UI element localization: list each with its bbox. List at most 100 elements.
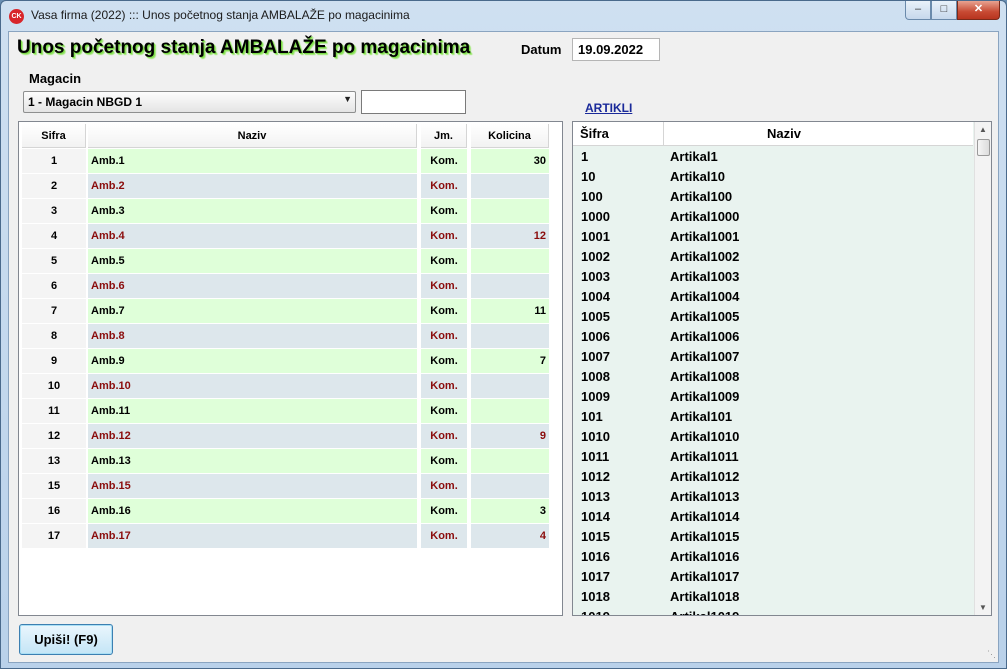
list-item[interactable]: 1011 Artikal1011 <box>573 447 973 467</box>
table-row[interactable]: 3 Amb.3 Kom. <box>19 199 562 224</box>
artikal-naziv: Artikal1006 <box>670 329 740 344</box>
table-row[interactable]: 2 Amb.2 Kom. <box>19 174 562 199</box>
magacin-selected-value: 1 - Magacin NBGD 1 <box>28 95 143 109</box>
list-item[interactable]: 1015 Artikal1015 <box>573 527 973 547</box>
list-item[interactable]: 1007 Artikal1007 <box>573 347 973 367</box>
vertical-scrollbar[interactable]: ▲ ▼ <box>974 122 991 615</box>
column-header-jm[interactable]: Jm. <box>421 124 467 148</box>
artikal-naziv: Artikal1004 <box>670 289 740 304</box>
artikli-link[interactable]: ARTIKLI <box>585 101 632 115</box>
cell-kolicina[interactable] <box>471 324 549 348</box>
minimize-button[interactable]: – <box>905 1 931 20</box>
cell-kolicina[interactable]: 11 <box>471 299 549 323</box>
cell-kolicina[interactable] <box>471 374 549 398</box>
close-button[interactable]: ✕ <box>957 1 1000 20</box>
page-title: Unos početnog stanja AMBALAŽE po magacin… <box>17 37 471 58</box>
chevron-down-icon[interactable]: ▼ <box>343 94 352 104</box>
list-item[interactable]: 1013 Artikal1013 <box>573 487 973 507</box>
artikal-naziv: Artikal1007 <box>670 349 740 364</box>
artikal-sifra: 1001 <box>581 229 610 244</box>
table-row[interactable]: 9 Amb.9 Kom. 7 <box>19 349 562 374</box>
cell-kolicina[interactable] <box>471 399 549 423</box>
list-item[interactable]: 100 Artikal100 <box>573 187 973 207</box>
table-row[interactable]: 4 Amb.4 Kom. 12 <box>19 224 562 249</box>
cell-kolicina[interactable] <box>471 274 549 298</box>
artikal-naziv: Artikal101 <box>670 409 733 424</box>
column-header-naziv[interactable]: Naziv <box>665 126 903 141</box>
table-row[interactable]: 8 Amb.8 Kom. <box>19 324 562 349</box>
artikli-grid[interactable]: Šifra Naziv 1 Artikal1 10 Artikal10 100 Artik… <box>572 121 992 616</box>
list-item[interactable]: 1005 Artikal1005 <box>573 307 973 327</box>
cell-kolicina[interactable] <box>471 199 549 223</box>
list-item[interactable]: 1012 Artikal1012 <box>573 467 973 487</box>
table-row[interactable]: 16 Amb.16 Kom. 3 <box>19 499 562 524</box>
table-row[interactable]: 5 Amb.5 Kom. <box>19 249 562 274</box>
cell-kolicina[interactable]: 4 <box>471 524 549 548</box>
cell-sifra: 15 <box>22 474 86 498</box>
scroll-thumb[interactable] <box>977 139 990 156</box>
resize-grip-icon[interactable]: ⋱ <box>987 649 996 660</box>
table-row[interactable]: 10 Amb.10 Kom. <box>19 374 562 399</box>
table-row[interactable]: 1 Amb.1 Kom. 30 <box>19 149 562 174</box>
cell-kolicina[interactable]: 3 <box>471 499 549 523</box>
table-row[interactable]: 13 Amb.13 Kom. <box>19 449 562 474</box>
list-item[interactable]: 1009 Artikal1009 <box>573 387 973 407</box>
column-header-kolicina[interactable]: Kolicina <box>471 124 549 148</box>
table-row[interactable]: 6 Amb.6 Kom. <box>19 274 562 299</box>
cell-kolicina[interactable] <box>471 474 549 498</box>
column-header-naziv[interactable]: Naziv <box>88 124 417 148</box>
list-item[interactable]: 1003 Artikal1003 <box>573 267 973 287</box>
list-item[interactable]: 1002 Artikal1002 <box>573 247 973 267</box>
cell-kolicina[interactable] <box>471 449 549 473</box>
upisi-button[interactable]: Upiši! (F9) <box>19 624 113 655</box>
artikal-sifra: 1010 <box>581 429 610 444</box>
list-item[interactable]: 1000 Artikal1000 <box>573 207 973 227</box>
search-input[interactable] <box>361 90 466 114</box>
column-header-sifra[interactable]: Šifra <box>580 126 609 141</box>
column-header-sifra[interactable]: Sifra <box>22 124 86 148</box>
list-item[interactable]: 1004 Artikal1004 <box>573 287 973 307</box>
cell-kolicina[interactable]: 9 <box>471 424 549 448</box>
cell-sifra: 10 <box>22 374 86 398</box>
table-row[interactable]: 11 Amb.11 Kom. <box>19 399 562 424</box>
table-row[interactable]: 12 Amb.12 Kom. 9 <box>19 424 562 449</box>
list-item[interactable]: 1017 Artikal1017 <box>573 567 973 587</box>
cell-naziv: Amb.13 <box>88 449 417 473</box>
cell-sifra: 1 <box>22 149 86 173</box>
list-item[interactable]: 1001 Artikal1001 <box>573 227 973 247</box>
list-item[interactable]: 1008 Artikal1008 <box>573 367 973 387</box>
cell-jm: Kom. <box>421 349 467 373</box>
cell-naziv: Amb.8 <box>88 324 417 348</box>
list-item[interactable]: 101 Artikal101 <box>573 407 973 427</box>
artikal-naziv: Artikal1011 <box>670 449 739 464</box>
maximize-button[interactable]: □ <box>931 1 957 20</box>
list-item[interactable]: 1014 Artikal1014 <box>573 507 973 527</box>
list-item[interactable]: 1006 Artikal1006 <box>573 327 973 347</box>
list-item[interactable]: 1 Artikal1 <box>573 147 973 167</box>
list-item[interactable]: 1010 Artikal1010 <box>573 427 973 447</box>
window-controls: – □ ✕ <box>905 1 1000 20</box>
table-row[interactable]: 17 Amb.17 Kom. 4 <box>19 524 562 549</box>
ambalaza-grid[interactable]: Sifra Naziv Jm. Kolicina 1 Amb.1 Kom. 30 2 Am… <box>18 121 563 616</box>
table-row[interactable]: 7 Amb.7 Kom. 11 <box>19 299 562 324</box>
list-item[interactable]: 1019 Artikal1019 <box>573 607 973 615</box>
cell-kolicina[interactable]: 30 <box>471 149 549 173</box>
list-item[interactable]: 10 Artikal10 <box>573 167 973 187</box>
list-item[interactable]: 1016 Artikal1016 <box>573 547 973 567</box>
datum-input[interactable]: 19.09.2022 <box>572 38 660 61</box>
list-item[interactable]: 1018 Artikal1018 <box>573 587 973 607</box>
table-row[interactable]: 15 Amb.15 Kom. <box>19 474 562 499</box>
title-bar[interactable]: CK Vasa firma (2022) ::: Unos početnog s… <box>1 1 1006 31</box>
cell-sifra: 13 <box>22 449 86 473</box>
scroll-down-icon[interactable]: ▼ <box>979 603 987 612</box>
artikal-naziv: Artikal1012 <box>670 469 740 484</box>
cell-sifra: 6 <box>22 274 86 298</box>
cell-kolicina[interactable] <box>471 249 549 273</box>
magacin-select[interactable]: 1 - Magacin NBGD 1 ▼ <box>23 91 356 113</box>
cell-kolicina[interactable]: 7 <box>471 349 549 373</box>
artikal-sifra: 10 <box>581 169 596 184</box>
cell-naziv: Amb.7 <box>88 299 417 323</box>
scroll-up-icon[interactable]: ▲ <box>979 125 987 134</box>
cell-kolicina[interactable] <box>471 174 549 198</box>
cell-kolicina[interactable]: 12 <box>471 224 549 248</box>
